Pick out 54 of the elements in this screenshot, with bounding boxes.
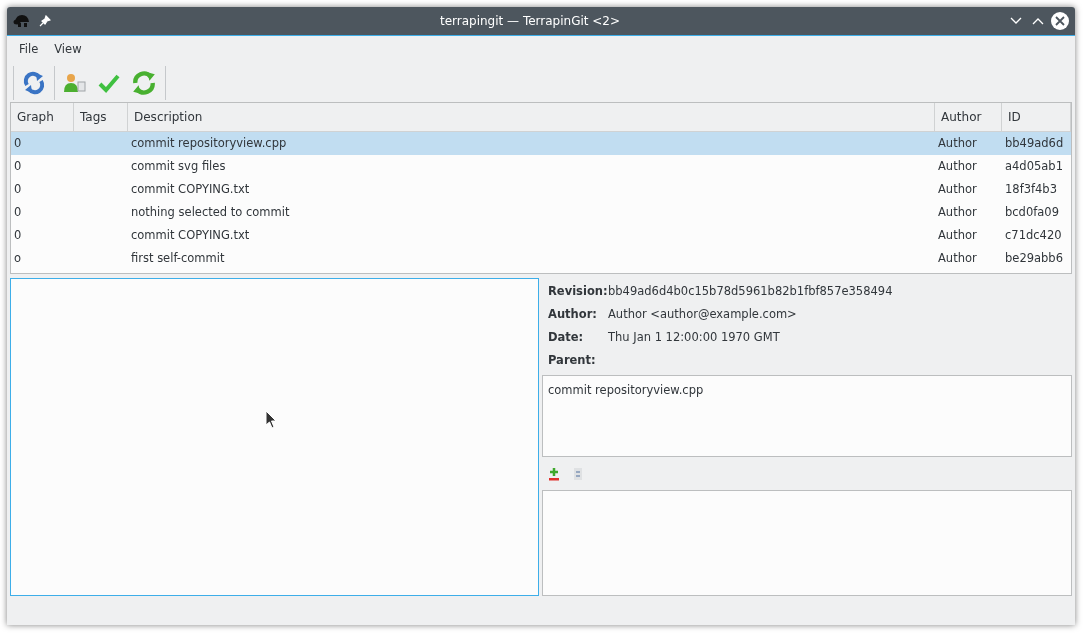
- table-row[interactable]: o first self-commit Author be29abb6: [11, 247, 1071, 270]
- equals-icon[interactable]: [574, 466, 582, 481]
- field-label: Parent:: [548, 351, 597, 369]
- table-cell-text: Author: [937, 135, 978, 152]
- menu-item[interactable]: File: [13, 39, 45, 61]
- table-cell-text: first self-commit: [130, 250, 226, 267]
- field-label: Revision:: [548, 282, 608, 300]
- pin-icon[interactable]: [39, 15, 51, 27]
- menu-item[interactable]: View: [48, 39, 88, 61]
- table-cell-text: commit COPYING.txt: [130, 227, 251, 244]
- table-cell-text: Author: [937, 158, 978, 175]
- table-cell-text: 0: [13, 181, 23, 198]
- table-cell-text: 0: [13, 227, 23, 244]
- turtle-icon: [13, 14, 31, 28]
- add-remove-icon[interactable]: [548, 466, 560, 481]
- table-cell-text: nothing selected to commit: [130, 204, 291, 221]
- table-cell-text: 0: [13, 204, 23, 221]
- column-header[interactable]: ID: [1002, 103, 1071, 132]
- table-cell-text: a4d05ab1: [1004, 158, 1064, 175]
- table-cell-text: Author: [937, 181, 978, 198]
- table-row[interactable]: 0 commit repositoryview.cpp Author bb49ad6d: [11, 132, 1071, 155]
- table-cell-text: Author: [937, 204, 978, 221]
- field-label: Author:: [548, 305, 598, 323]
- commit-message-field[interactable]: commit repositoryview.cpp: [542, 375, 1072, 457]
- table-row[interactable]: 0 nothing selected to commit Author bcd0fa09: [11, 201, 1071, 224]
- table-cell-text: be29abb6: [1004, 250, 1064, 267]
- maximize-icon[interactable]: [1031, 16, 1045, 26]
- field-label: Date:: [548, 328, 585, 346]
- table-cell-text: 0: [13, 158, 23, 175]
- field-value: Thu Jan 1 12:00:00 1970 GMT: [608, 328, 780, 346]
- minimize-icon[interactable]: [1009, 16, 1023, 26]
- table-row[interactable]: 0 commit COPYING.txt Author c71dc420: [11, 224, 1071, 247]
- table-cell-text: 18f3f4b3: [1004, 181, 1058, 198]
- close-icon[interactable]: [1051, 12, 1069, 30]
- column-header[interactable]: Tags: [74, 103, 128, 132]
- table-cell-text: bcd0fa09: [1004, 204, 1060, 221]
- table-cell-text: o: [13, 250, 23, 267]
- table-row[interactable]: 0 commit svg files Author a4d05ab1: [11, 155, 1071, 178]
- table-cell-text: commit COPYING.txt: [130, 181, 251, 198]
- mouse-cursor-icon: [265, 410, 277, 429]
- column-header[interactable]: Graph: [11, 103, 74, 132]
- field-value: bb49ad6d4b0c15b78d5961b82b1fbf857e358494: [608, 282, 893, 300]
- table-row[interactable]: 0 commit COPYING.txt Author 18f3f4b3: [11, 178, 1071, 201]
- table-cell-text: Author: [937, 250, 978, 267]
- column-header[interactable]: Author: [935, 103, 1002, 132]
- column-header[interactable]: Description: [128, 103, 935, 132]
- table-cell-text: 0: [13, 135, 23, 152]
- table-cell-text: commit svg files: [130, 158, 227, 175]
- field-value: Author <author@example.com>: [608, 305, 797, 323]
- window-title: terrapingit — TerrapinGit <2>: [438, 13, 622, 30]
- table-cell-text: bb49ad6d: [1004, 135, 1065, 152]
- table-cell-text: Author: [937, 227, 978, 244]
- table-cell-text: c71dc420: [1004, 227, 1063, 244]
- table-cell-text: commit repositoryview.cpp: [130, 135, 288, 152]
